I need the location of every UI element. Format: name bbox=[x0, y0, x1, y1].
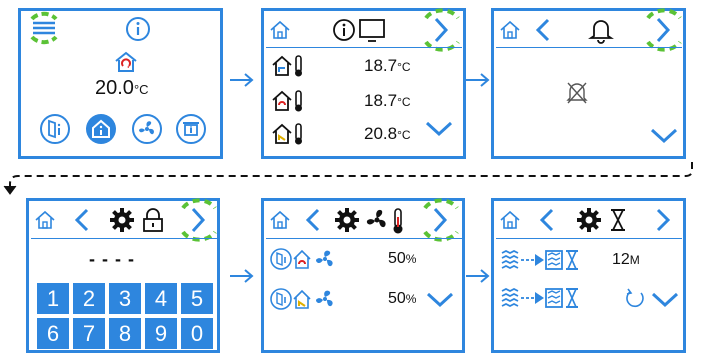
header-divider bbox=[266, 238, 462, 239]
hourglass-icon bbox=[611, 209, 625, 231]
info-icon[interactable] bbox=[125, 16, 151, 42]
fan-icon bbox=[366, 209, 386, 228]
back-arrow-icon[interactable] bbox=[538, 207, 556, 233]
next-arrow-icon[interactable] bbox=[421, 198, 461, 242]
key-8[interactable]: 8 bbox=[109, 318, 141, 349]
lock-icon bbox=[143, 208, 163, 232]
next-arrow-icon[interactable] bbox=[422, 8, 462, 52]
down-arrow-icon[interactable] bbox=[425, 291, 455, 309]
pin-placeholder: - - - - bbox=[89, 249, 135, 269]
home-icon[interactable] bbox=[499, 19, 521, 41]
screen-filter-timer: 12M bbox=[491, 198, 686, 353]
header-divider bbox=[496, 238, 682, 239]
temperature-row-1: 18.7°C bbox=[364, 56, 411, 75]
down-arrow-icon[interactable] bbox=[650, 291, 680, 309]
down-arrow-icon[interactable] bbox=[649, 127, 679, 145]
home-info-icon[interactable] bbox=[85, 113, 117, 145]
key-5[interactable]: 5 bbox=[181, 283, 213, 314]
key-3[interactable]: 3 bbox=[109, 283, 141, 314]
home-temp-red-icon bbox=[272, 90, 302, 112]
key-9[interactable]: 9 bbox=[145, 318, 177, 349]
info-icon[interactable] bbox=[332, 18, 356, 42]
next-arrow-icon[interactable] bbox=[652, 207, 674, 233]
flow-arrow-right bbox=[466, 269, 490, 283]
screen-pin-lock: - - - - 1 2 3 4 5 6 7 8 9 0 bbox=[26, 198, 220, 353]
bell-icon bbox=[588, 20, 614, 44]
next-arrow-icon[interactable] bbox=[644, 8, 684, 52]
down-arrow-icon[interactable] bbox=[424, 120, 454, 138]
flow-arrow-right bbox=[466, 73, 490, 87]
home-icon[interactable] bbox=[34, 209, 56, 231]
temperature-row-2: 18.7°C bbox=[364, 91, 411, 110]
gear-icon bbox=[110, 208, 134, 232]
back-arrow-icon[interactable] bbox=[534, 17, 552, 43]
filter-timer-icon bbox=[501, 287, 578, 308]
monitor-icon bbox=[359, 19, 385, 42]
home-icon[interactable] bbox=[269, 19, 291, 41]
header-divider bbox=[496, 47, 682, 48]
screen-home: 20.0°C bbox=[18, 8, 223, 159]
filter-timer-icon bbox=[501, 249, 578, 270]
key-6[interactable]: 6 bbox=[37, 318, 69, 349]
flow-arrow-right bbox=[230, 269, 254, 283]
header-divider bbox=[31, 238, 217, 239]
home-temp-blue-icon bbox=[272, 55, 302, 77]
thermometer-icon bbox=[393, 208, 403, 234]
home-temp-yellow-icon bbox=[272, 123, 302, 145]
key-4[interactable]: 4 bbox=[145, 283, 177, 314]
alarm-off-icon bbox=[566, 82, 588, 104]
door-home-fan-yellow-icon bbox=[270, 288, 333, 310]
flow-arrow-right bbox=[230, 73, 254, 87]
reset-icon[interactable] bbox=[624, 287, 646, 309]
key-7[interactable]: 7 bbox=[73, 318, 105, 349]
key-2[interactable]: 2 bbox=[73, 283, 105, 314]
header-divider bbox=[266, 47, 462, 48]
key-0[interactable]: 0 bbox=[181, 318, 213, 349]
key-1[interactable]: 1 bbox=[37, 283, 69, 314]
filter-timer-value: 12M bbox=[612, 251, 640, 268]
gear-icon bbox=[577, 208, 601, 232]
screen-temperatures: 18.7°C 18.7°C 20.8°C bbox=[261, 8, 466, 159]
flow-return-connector bbox=[3, 162, 693, 195]
gear-icon bbox=[335, 208, 359, 232]
fan-speed-row-1: 50% bbox=[388, 250, 417, 267]
home-icon[interactable] bbox=[269, 209, 291, 231]
temperature-value: 20.0°C bbox=[95, 77, 149, 99]
back-arrow-icon[interactable] bbox=[73, 207, 91, 233]
home-icon[interactable] bbox=[499, 209, 521, 231]
door-home-fan-red-icon bbox=[270, 248, 333, 270]
screen-alarm bbox=[491, 8, 686, 159]
table-icon[interactable] bbox=[175, 113, 207, 145]
menu-icon[interactable] bbox=[27, 11, 61, 45]
fan-icon[interactable] bbox=[131, 113, 163, 145]
screen-fan-speed: 50% 50% bbox=[261, 198, 465, 353]
next-arrow-icon[interactable] bbox=[179, 198, 219, 242]
temperature-row-3: 20.8°C bbox=[364, 124, 411, 143]
back-arrow-icon[interactable] bbox=[304, 207, 322, 233]
fan-speed-row-2: 50% bbox=[388, 290, 417, 307]
door-info-icon[interactable] bbox=[39, 113, 71, 145]
home-arrow-icon bbox=[115, 51, 137, 72]
